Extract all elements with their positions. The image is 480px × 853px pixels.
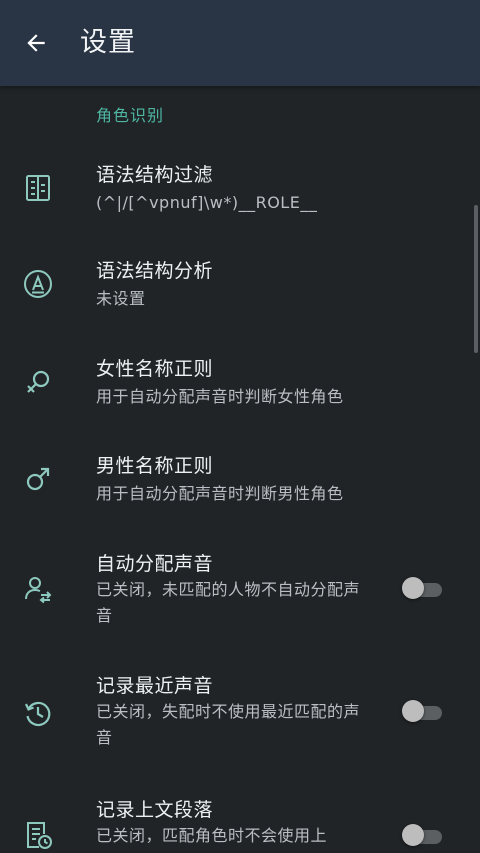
- toggle-thumb: [402, 577, 424, 599]
- setting-title: 记录最近声音: [96, 675, 214, 697]
- section-header-role-recognition: 角色识别: [96, 106, 165, 125]
- setting-title: 自动分配声音: [96, 553, 214, 575]
- record-context-toggle[interactable]: [402, 824, 444, 848]
- arrow-left-icon: [23, 30, 49, 56]
- setting-title: 语法结构分析: [96, 260, 214, 282]
- setting-item-female-regex[interactable]: 女性名称正则 用于自动分配声音时判断女性角色: [0, 340, 480, 437]
- setting-item-auto-assign-voice[interactable]: 自动分配声音 已关闭，未匹配的人物不自动分配声音: [0, 533, 480, 657]
- setting-title: 男性名称正则: [96, 455, 214, 477]
- setting-subtitle: 用于自动分配声音时判断男性角色: [96, 484, 344, 503]
- circle-a-icon: [20, 266, 56, 302]
- setting-subtitle: 未设置: [96, 289, 146, 308]
- page-title: 设置: [80, 27, 136, 58]
- setting-subtitle: 用于自动分配声音时判断女性角色: [96, 387, 344, 406]
- setting-subtitle: 已关闭，未匹配的人物不自动分配声音: [96, 580, 361, 625]
- setting-subtitle: (^|/[^vpnuf]\w*)__ROLE__: [96, 193, 318, 212]
- female-icon: [20, 364, 56, 400]
- setting-subtitle: 已关闭，匹配角色时不会使用上: [96, 826, 328, 845]
- record-recent-voice-toggle[interactable]: [402, 700, 444, 724]
- setting-title: 记录上文段落: [96, 799, 214, 821]
- scrollbar[interactable]: [474, 205, 478, 353]
- setting-item-male-regex[interactable]: 男性名称正则 用于自动分配声音时判断男性角色: [0, 437, 480, 533]
- setting-title: 女性名称正则: [96, 358, 214, 380]
- back-button[interactable]: [12, 19, 60, 67]
- history-icon: [20, 695, 56, 731]
- setting-title: 语法结构过滤: [96, 164, 214, 186]
- settings-screen: 设置 角色识别 语法结构过滤 (^|/[^vpnuf]\w*)__ROLE__: [0, 0, 480, 853]
- filter-structure-icon: [20, 170, 56, 206]
- male-icon: [20, 461, 56, 497]
- setting-item-record-recent-voice[interactable]: 记录最近声音 已关闭，失配时不使用最近匹配的声音: [0, 657, 480, 781]
- setting-item-grammar-analysis[interactable]: 语法结构分析 未设置: [0, 244, 480, 340]
- person-swap-icon: [20, 571, 56, 607]
- toggle-thumb: [402, 824, 424, 846]
- toggle-thumb: [402, 700, 424, 722]
- app-bar: 设置: [0, 0, 480, 86]
- setting-item-grammar-filter[interactable]: 语法结构过滤 (^|/[^vpnuf]\w*)__ROLE__: [0, 148, 480, 244]
- document-clock-icon: [20, 817, 56, 853]
- auto-assign-voice-toggle[interactable]: [402, 577, 444, 601]
- setting-item-record-context[interactable]: 记录上文段落 已关闭，匹配角色时不会使用上: [0, 781, 480, 853]
- setting-subtitle: 已关闭，失配时不使用最近匹配的声音: [96, 702, 361, 747]
